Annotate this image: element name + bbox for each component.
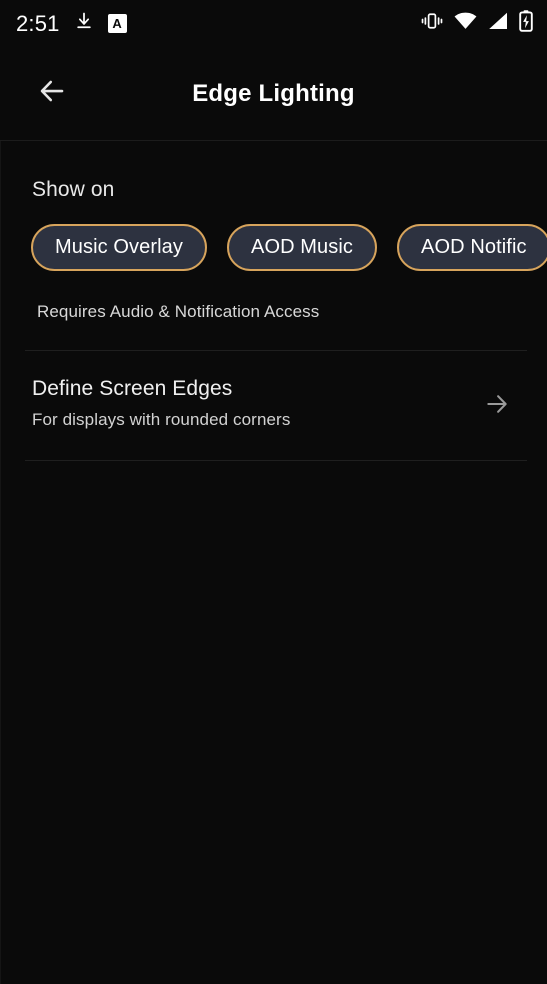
wifi-icon [454,12,477,35]
battery-charging-icon [519,10,533,37]
a-badge-icon: A [107,14,127,33]
phone-screen: 2:51 A Edge Lighting Show on Music Overl… [0,0,547,984]
download-icon [74,11,94,36]
define-screen-edges-subtitle: For displays with rounded corners [32,410,291,429]
show-on-label: Show on [32,178,115,201]
status-bar-right [421,10,533,37]
show-on-hint: Requires Audio & Notification Access [37,302,320,321]
define-screen-edges-title: Define Screen Edges [32,377,233,400]
status-bar: 2:51 A [0,0,547,47]
vibrate-icon [421,11,443,36]
chip-label: AOD Notific [421,236,527,258]
page-title: Edge Lighting [192,79,355,107]
arrow-left-icon [37,76,67,111]
cellular-signal-icon [488,12,508,35]
chip-music-overlay[interactable]: Music Overlay [31,224,207,271]
back-button[interactable] [24,66,80,122]
settings-content: Show on Music Overlay AOD Music AOD Noti… [0,141,547,984]
define-screen-edges-row[interactable]: Define Screen Edges For displays with ro… [1,351,547,430]
section-divider-bottom [25,460,527,461]
chip-aod-music[interactable]: AOD Music [227,224,378,271]
define-screen-edges-texts: Define Screen Edges For displays with ro… [32,377,477,430]
chip-aod-notification[interactable]: AOD Notific [397,224,547,271]
arrow-right-icon[interactable] [477,384,517,424]
app-bar: Edge Lighting [0,47,547,140]
chip-label: AOD Music [251,236,354,258]
chip-label: Music Overlay [55,236,183,258]
status-bar-clock: 2:51 [16,10,60,36]
status-bar-left: 2:51 A [16,11,127,36]
show-on-chip-row[interactable]: Music Overlay AOD Music AOD Notific [1,202,547,271]
